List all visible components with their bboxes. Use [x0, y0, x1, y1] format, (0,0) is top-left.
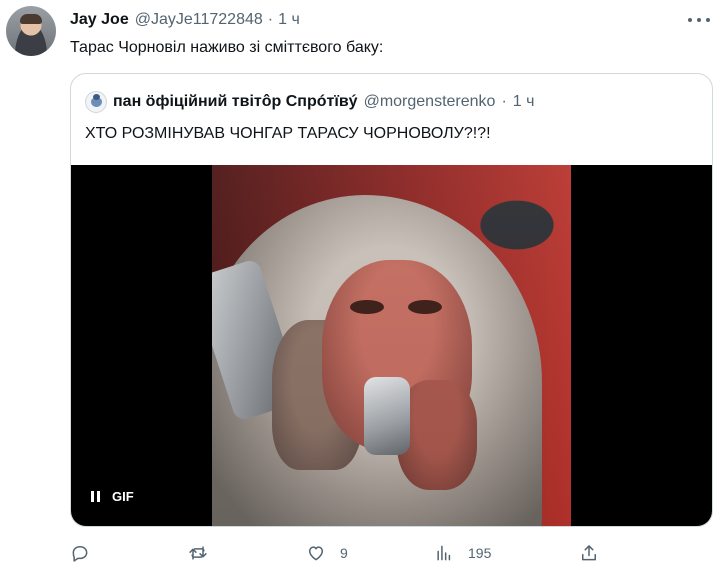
- tweet[interactable]: Jay Joe @JayJe11722848 · 1 ч Тарас Чорно…: [0, 0, 722, 580]
- reply-icon: [72, 546, 88, 562]
- quoted-tweet-text: ХТО РОЗМІНУВАВ ЧОНГАР ТАРАСУ ЧОРНОВОЛУ?!…: [85, 125, 491, 142]
- author-name[interactable]: Jay Joe: [70, 11, 129, 29]
- views-icon: [437, 545, 451, 561]
- quoted-author-name: пан ӧфіційний твітôр Спрóтївý: [113, 93, 358, 110]
- views-count: 195: [468, 545, 492, 561]
- gif-label: GIF: [112, 488, 134, 504]
- separator-dot: ·: [267, 11, 274, 28]
- tweet-header: Jay Joe @JayJe11722848 · 1 ч: [70, 10, 300, 30]
- tweet-text: Тарас Чорновіл наживо зі сміттєвого баку…: [70, 39, 384, 56]
- quoted-avatar: [85, 91, 107, 113]
- pause-icon[interactable]: [91, 490, 100, 502]
- views-button[interactable]: 195: [434, 541, 491, 565]
- share-icon: [582, 545, 596, 561]
- retweet-icon: [189, 546, 207, 560]
- reply-button[interactable]: [70, 541, 90, 565]
- quoted-tweet-time: 1 ч: [512, 93, 535, 110]
- frame-shade: [212, 165, 571, 526]
- avatar-hair: [20, 14, 42, 24]
- quoted-author-handle: @morgensterenko: [363, 93, 496, 110]
- avatar[interactable]: [6, 6, 56, 56]
- share-button[interactable]: [579, 541, 599, 565]
- like-count: 9: [340, 545, 348, 561]
- gif-controls[interactable]: GIF: [91, 487, 134, 505]
- more-options-icon[interactable]: [688, 10, 710, 30]
- author-handle[interactable]: @JayJe11722848: [135, 11, 263, 29]
- quoted-tweet-header: пан ӧфіційний твітôр Спрóтївý @morgenste…: [85, 91, 534, 113]
- quoted-separator-dot: ·: [501, 93, 507, 110]
- like-button[interactable]: 9: [306, 541, 348, 565]
- action-bar: 9 195: [70, 541, 610, 565]
- gif-media[interactable]: GIF: [71, 165, 712, 526]
- like-icon: [309, 546, 323, 561]
- gif-frame: [212, 165, 571, 526]
- retweet-button[interactable]: [188, 541, 208, 565]
- tweet-time[interactable]: 1 ч: [278, 11, 300, 29]
- quoted-tweet[interactable]: пан ӧфіційний твітôр Спрóтївý @morgenste…: [70, 73, 713, 527]
